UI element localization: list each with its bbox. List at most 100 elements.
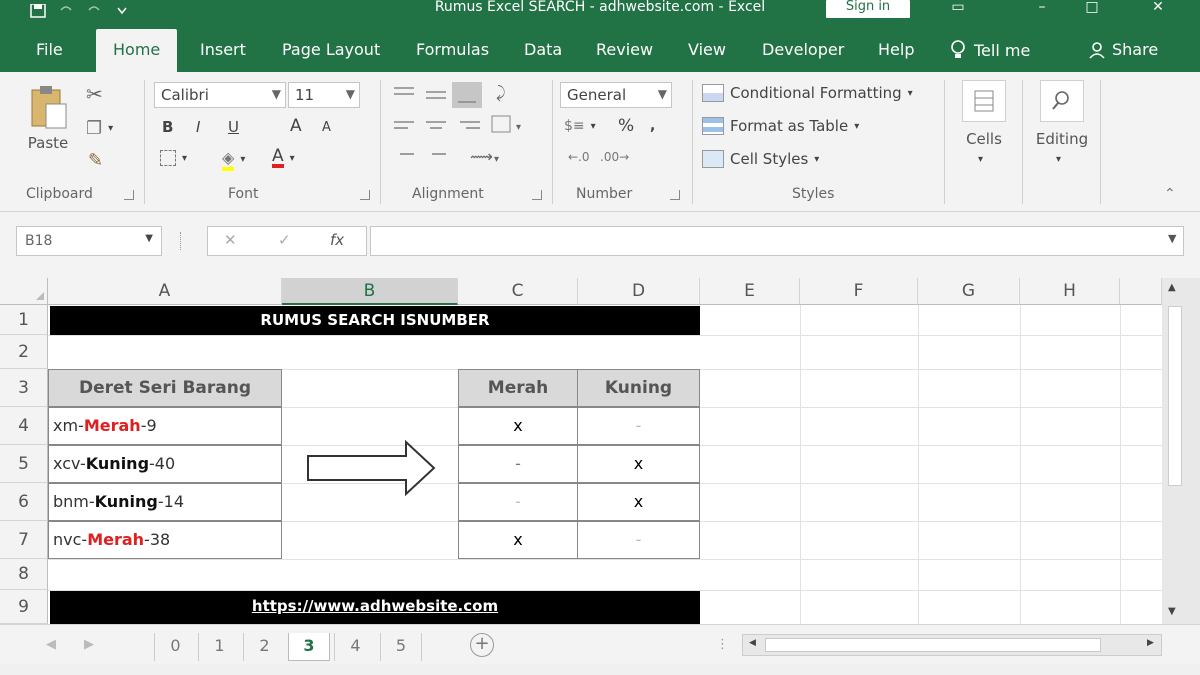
vertical-scrollbar[interactable]: ▲ ▼ [1162,278,1200,624]
horizontal-scroll-thumb[interactable] [765,638,1101,652]
editing-dropdown-icon[interactable]: ▾ [1056,154,1061,165]
collapse-ribbon-icon[interactable]: ⌃ [1164,186,1176,202]
formula-input[interactable] [370,226,1184,256]
share-button[interactable]: Share [1088,40,1158,59]
result-cell[interactable]: - [458,483,578,521]
percent-style-button[interactable]: % [618,116,634,136]
result-cell[interactable]: - [458,445,578,483]
column-header-f[interactable]: F [800,278,918,305]
result-cell[interactable]: - [577,407,700,445]
select-all-corner[interactable] [0,278,48,305]
new-sheet-icon[interactable]: + [470,633,494,657]
list-header-cell[interactable]: Deret Seri Barang [48,369,282,407]
underline-button[interactable]: U [228,118,239,136]
tab-split-handle-icon[interactable]: ⋮ [716,637,729,652]
result-cell[interactable]: x [458,407,578,445]
column-header-c[interactable]: C [458,278,578,305]
sheet-tab-4[interactable]: 4 [334,633,376,661]
tab-help[interactable]: Help [878,40,914,59]
sheet-tab-0[interactable]: 0 [154,633,196,661]
ribbon-display-icon[interactable]: ▭ [946,0,970,18]
sign-in-button[interactable]: Sign in [826,0,910,18]
column-header-b[interactable]: B [282,278,458,305]
tab-view[interactable]: View [688,40,726,59]
result-cell[interactable]: x [458,521,578,559]
result-cell[interactable]: x [577,445,700,483]
sheet-tab-5[interactable]: 5 [380,633,422,661]
cells-dropdown-icon[interactable]: ▾ [978,154,983,165]
result-header-kuning[interactable]: Kuning [577,369,700,407]
copy-button[interactable]: ❐ ▾ [86,118,113,139]
list-item[interactable]: bnm-Kuning-14 [48,483,282,521]
minimize-icon[interactable]: – [1030,0,1054,18]
borders-button[interactable]: ▾ [160,150,187,166]
row-header-8[interactable]: 8 [0,559,48,590]
expand-formula-bar-icon[interactable]: ▼ [1168,232,1176,245]
website-link-cell[interactable]: https://www.adhwebsite.com [50,591,700,624]
scroll-up-icon[interactable]: ▲ [1168,282,1176,293]
scroll-right-icon[interactable]: ▶ [1147,638,1154,648]
row-header-7[interactable]: 7 [0,521,48,559]
number-launcher-icon[interactable] [670,190,680,200]
tab-page-layout[interactable]: Page Layout [282,40,380,59]
row-header-6[interactable]: 6 [0,483,48,521]
tab-data[interactable]: Data [524,40,562,59]
clipboard-launcher-icon[interactable] [124,190,134,200]
result-cell[interactable]: - [577,521,700,559]
editing-button[interactable]: Editing [1030,130,1094,148]
shrink-font-button[interactable]: A [322,120,331,135]
row-header-1[interactable]: 1 [0,305,48,335]
insert-function-button[interactable]: fx [330,231,344,249]
grow-font-button[interactable]: A [290,116,302,136]
column-header-e[interactable]: E [700,278,800,305]
scroll-left-icon[interactable]: ◀ [749,638,756,648]
scroll-down-icon[interactable]: ▼ [1168,606,1176,617]
worksheet-grid[interactable]: A B C D E F G H 1 2 3 4 5 6 7 8 9 RUMUS … [0,278,1200,624]
accounting-format-button[interactable]: $≡ ▾ [564,118,596,134]
sheet-tab-1[interactable]: 1 [198,633,240,661]
column-header-h[interactable]: H [1020,278,1120,305]
font-color-button[interactable]: A ▾ [272,148,295,168]
list-item[interactable]: xcv-Kuning-40 [48,445,282,483]
alignment-launcher-icon[interactable] [532,190,542,200]
font-launcher-icon[interactable] [360,190,370,200]
cut-button[interactable]: ✂ [86,82,103,106]
list-item[interactable]: xm-Merah-9 [48,407,282,445]
italic-button[interactable]: I [196,118,200,136]
tab-developer[interactable]: Developer [762,40,844,59]
fill-color-button[interactable]: ◈ ▾ [222,148,245,171]
title-banner-cell[interactable]: RUMUS SEARCH ISNUMBER [50,306,700,335]
bold-button[interactable]: B [162,118,173,136]
row-header-3[interactable]: 3 [0,369,48,407]
tab-review[interactable]: Review [596,40,653,59]
format-painter-button[interactable]: ✎ [88,150,103,171]
tab-insert[interactable]: Insert [200,40,246,59]
cells-button[interactable]: Cells [956,130,1012,148]
prev-sheet-icon[interactable]: ◀ [46,637,56,652]
increase-decimal-button[interactable]: ←.0 [568,150,590,164]
alignment-controls[interactable]: ⤸ ▾ ⟿ ▾ [390,82,542,178]
tab-file[interactable]: File [36,40,63,59]
enter-icon[interactable]: ✓ [278,231,291,249]
sheet-tab-3[interactable]: 3 [288,633,330,661]
column-header-d[interactable]: D [578,278,700,305]
maximize-icon[interactable]: □ [1080,0,1104,18]
row-header-5[interactable]: 5 [0,445,48,483]
font-size-select[interactable]: 11 ▼ [288,82,360,108]
row-header-9[interactable]: 9 [0,590,48,624]
horizontal-scrollbar[interactable]: ◀ ▶ [742,634,1162,656]
tab-home[interactable]: Home [96,29,178,72]
cell-styles-button[interactable]: Cell Styles ▾ [702,150,819,168]
conditional-formatting-button[interactable]: Conditional Formatting ▾ [702,84,913,102]
tab-formulas[interactable]: Formulas [416,40,489,59]
font-name-select[interactable]: Calibri ▼ [154,82,286,108]
row-header-4[interactable]: 4 [0,407,48,445]
next-sheet-icon[interactable]: ▶ [84,637,94,652]
tell-me-search[interactable]: Tell me [950,40,1030,60]
sheet-tab-2[interactable]: 2 [243,633,285,661]
column-header-a[interactable]: A [48,278,282,305]
decrease-decimal-button[interactable]: .00→ [600,150,629,164]
result-header-merah[interactable]: Merah [458,369,578,407]
list-item[interactable]: nvc-Merah-38 [48,521,282,559]
row-header-2[interactable]: 2 [0,335,48,369]
